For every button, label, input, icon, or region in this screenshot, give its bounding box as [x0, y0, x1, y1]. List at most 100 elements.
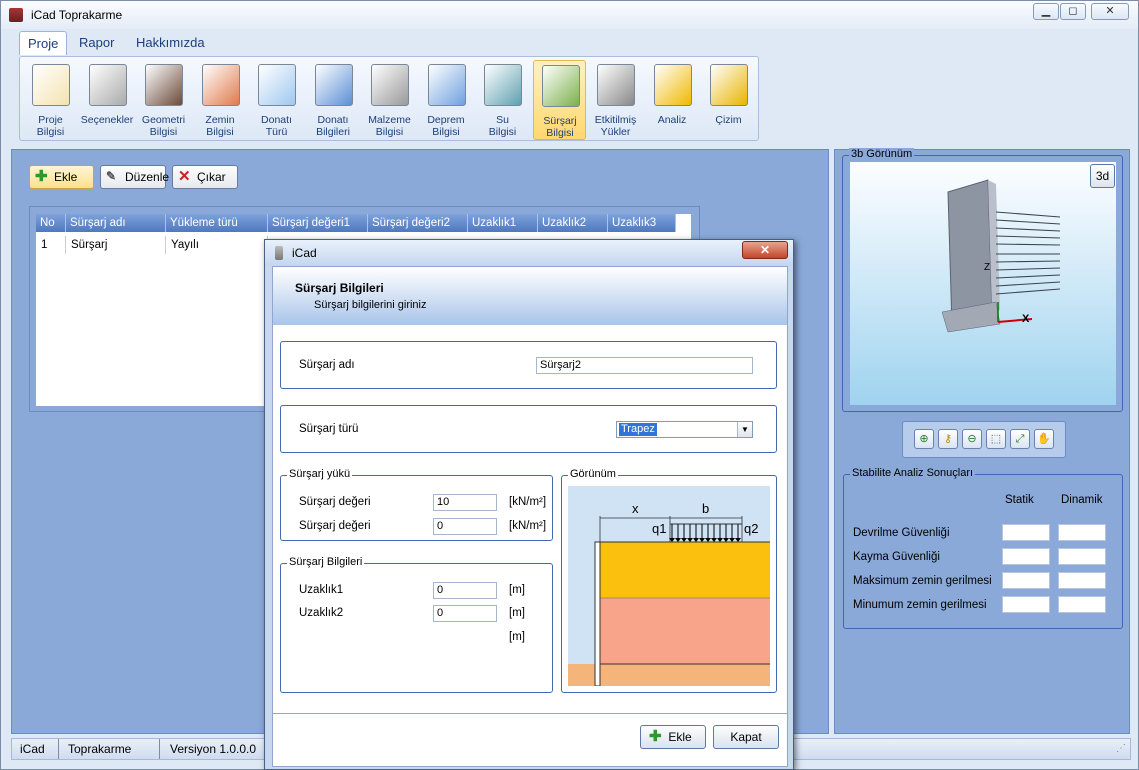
edit-icon: ✎: [106, 169, 117, 183]
ribbon-label: Zemin Bilgisi: [194, 114, 247, 138]
load2-input[interactable]: 0: [433, 518, 497, 535]
ribbon-label: Sürşarj Bilgisi: [534, 115, 587, 139]
results-title: Stabilite Analiz Sonuçları: [850, 467, 976, 479]
dist1-input[interactable]: 0: [433, 582, 497, 599]
dist2-input[interactable]: 0: [433, 605, 497, 622]
ribbon-button-10[interactable]: Sürşarj Bilgisi: [532, 60, 587, 140]
edit-button[interactable]: ✎ Düzenle: [100, 165, 169, 189]
type-select-value: Trapez: [619, 423, 657, 436]
menu-rapor[interactable]: Rapor: [71, 31, 122, 55]
load-group-title: Sürşarj yükü: [287, 468, 353, 480]
clipboard-icon: [32, 64, 70, 106]
menu-hakkimizda[interactable]: Hakkımızda: [128, 31, 213, 55]
ribbon-label-line1: Sürşarj: [543, 115, 577, 127]
dialog-header-subtitle: Sürşarj bilgilerini giriniz: [314, 299, 427, 311]
remove-button[interactable]: ✕ Çıkar: [172, 165, 238, 189]
dialog-add-button[interactable]: ✚ Ekle: [640, 725, 706, 749]
load1-input[interactable]: 10: [433, 494, 497, 511]
ribbon-label: Geometri Bilgisi: [137, 114, 190, 138]
grid-header-cell[interactable]: Sürşarj değeri2: [368, 214, 468, 232]
triangle-ruler-icon: [710, 64, 748, 106]
ribbon-label-line1: Etkitilmiş: [594, 114, 637, 126]
status-module: Toprakarme: [60, 739, 160, 759]
surcharge-preview-drawing: x b q1 q2: [568, 486, 770, 686]
ribbon-label-line1: Seçenekler: [80, 114, 134, 126]
axis-z-label: Z: [984, 262, 990, 273]
wave-chart-icon: [427, 64, 466, 106]
load-group: Sürşarj yükü Sürşarj değeri 10 [kN/m²] S…: [280, 468, 553, 541]
chevron-down-icon[interactable]: ▼: [737, 422, 752, 437]
grid-header-cell[interactable]: Sürşarj değeri1: [268, 214, 368, 232]
menu-proje[interactable]: Proje: [19, 31, 68, 55]
surcharge-dialog: iCad ✕ Sürşarj Bilgileri Sürşarj bilgile…: [264, 239, 794, 770]
ribbon-label: Malzeme Bilgisi: [363, 114, 416, 138]
ribbon-button-1[interactable]: Proje Bilgisi: [24, 60, 77, 140]
title-bar: iCad Toprakarme ▁ ◻ ✕: [1, 1, 1138, 29]
zoom-out-icon[interactable]: ⊖: [962, 429, 982, 449]
ribbon-label-line2: Türü: [265, 126, 288, 138]
zoom-in-icon[interactable]: ⊕: [914, 429, 934, 449]
ribbon-button-4[interactable]: Zemin Bilgisi: [194, 60, 247, 140]
ribbon-label-line1: Donatı: [317, 114, 349, 126]
close-button[interactable]: ✕: [1091, 3, 1129, 20]
type-label: Sürşarj türü: [299, 423, 359, 435]
ribbon-button-3[interactable]: Geometri Bilgisi: [137, 60, 190, 140]
surcharge-icon: [541, 65, 580, 107]
zoom-window-icon[interactable]: ⬚: [986, 429, 1006, 449]
ribbon-button-8[interactable]: Deprem Bilgisi: [420, 60, 473, 140]
preview-x-label: x: [632, 501, 639, 516]
preview-q1-label: q1: [652, 521, 666, 536]
result-static-value: [1002, 548, 1050, 565]
dialog-close-button[interactable]: ✕: [742, 241, 788, 259]
ribbon-label-line2: Bilgisi: [149, 126, 178, 138]
ribbon-label-line2: Bilgisi: [488, 126, 517, 138]
view3d-canvas[interactable]: X Z: [850, 162, 1116, 405]
ribbon-label-line2: Bilgisi: [432, 126, 460, 138]
dist3-unit: [m]: [509, 631, 525, 643]
ribbon-label-line1: Malzeme: [368, 114, 411, 126]
app-icon: [9, 8, 23, 22]
type-select[interactable]: Trapez ▼: [616, 421, 753, 438]
minimize-button[interactable]: ▁: [1033, 3, 1059, 20]
ribbon-label: Donatı Türü: [250, 114, 303, 138]
grid-cell[interactable]: Yayılı: [166, 236, 268, 254]
ribbon-button-13[interactable]: Çizim: [702, 60, 755, 140]
ribbon-label-line2: Bilgisi: [36, 126, 65, 138]
grid-cell[interactable]: 1: [36, 236, 66, 254]
ribbon-button-9[interactable]: Su Bilgisi: [476, 60, 529, 140]
grid-header-cell[interactable]: Uzaklık2: [538, 214, 608, 232]
box-icon: [145, 64, 183, 106]
dialog-body: Sürşarj Bilgileri Sürşarj bilgilerini gi…: [272, 266, 788, 767]
result-dynamic-value: [1058, 548, 1106, 565]
wall-3d-model: X Z: [941, 179, 1061, 333]
zoom-extents-icon[interactable]: ⤢: [1010, 429, 1030, 449]
result-static-value: [1002, 524, 1050, 541]
dialog-divider: [273, 713, 787, 714]
gears-icon: [88, 64, 127, 106]
grid-cell[interactable]: Sürşarj: [66, 236, 166, 254]
name-input[interactable]: Sürşarj2: [536, 357, 753, 374]
dialog-close-action-button[interactable]: Kapat: [713, 725, 779, 749]
lightning-icon: [653, 64, 692, 106]
hand-pan-icon[interactable]: ✋: [1034, 429, 1054, 449]
hook-icon: [597, 64, 635, 106]
3d-view-button[interactable]: 3d: [1090, 164, 1115, 188]
ribbon-button-5[interactable]: Donatı Türü: [250, 60, 303, 140]
ribbon-label-line1: Deprem: [427, 114, 465, 126]
result-label: Maksimum zemin gerilmesi: [853, 575, 992, 587]
ribbon-button-6[interactable]: Donatı Bilgileri: [307, 60, 360, 140]
delete-icon: ✕: [178, 168, 191, 185]
ribbon-button-7[interactable]: Malzeme Bilgisi: [363, 60, 416, 140]
ribbon-button-11[interactable]: Etkitilmiş Yükler: [589, 60, 642, 140]
ribbon-button-12[interactable]: Analiz: [646, 60, 699, 140]
pan-key-icon[interactable]: ⚷: [938, 429, 958, 449]
grid-header-cell[interactable]: Uzaklık3: [608, 214, 676, 232]
plus-icon: ✚: [649, 728, 662, 745]
add-button[interactable]: ✚ Ekle: [29, 165, 94, 189]
resize-grip-icon[interactable]: ⋰: [1116, 743, 1126, 754]
ribbon: Proje Bilgisi Seçenekler Geometri Bilgisi Zem…: [19, 56, 759, 141]
maximize-button[interactable]: ◻: [1060, 3, 1086, 20]
ribbon-label: Deprem Bilgisi: [420, 114, 473, 138]
grid-header-cell[interactable]: Uzaklık1: [468, 214, 538, 232]
ribbon-button-2[interactable]: Seçenekler: [81, 60, 134, 140]
